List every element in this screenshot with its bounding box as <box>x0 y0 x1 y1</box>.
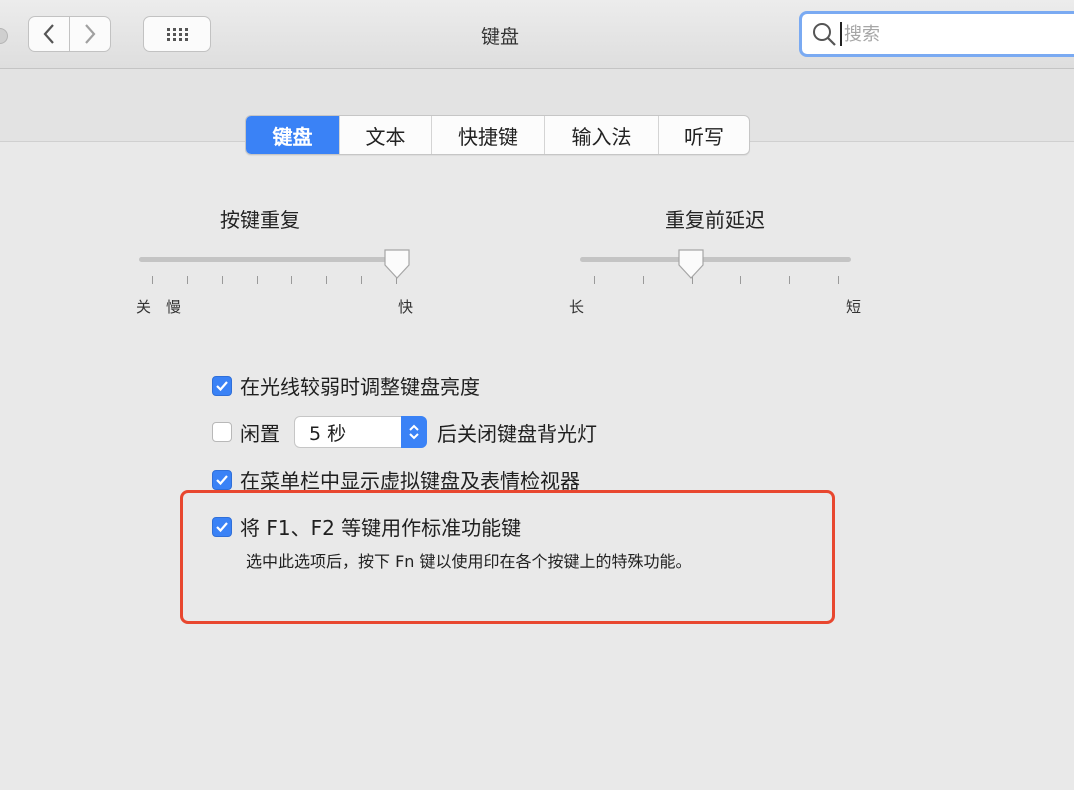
key-repeat-track[interactable] <box>139 257 400 262</box>
search-input[interactable] <box>842 23 1044 45</box>
slider-tick <box>789 276 791 284</box>
slider-tick <box>594 276 595 284</box>
tab-bar: 键盘 文本 快捷键 输入法 听写 <box>245 115 750 155</box>
show-viewer-checkbox[interactable] <box>212 469 232 490</box>
tab-keyboard[interactable]: 键盘 <box>246 116 339 154</box>
search-icon <box>813 23 836 46</box>
updown-arrows-icon <box>401 416 427 448</box>
slider-tick <box>186 276 188 284</box>
slider-tick <box>256 276 258 284</box>
slider-tick <box>740 276 742 284</box>
repeat-delay-label-short: 短 <box>846 298 862 316</box>
repeat-delay-label-long: 长 <box>569 298 585 316</box>
repeat-delay-title: 重复前延迟 <box>665 208 765 232</box>
checkmark-icon <box>216 380 228 391</box>
tab-shortcuts[interactable]: 快捷键 <box>431 116 544 154</box>
idle-duration-select[interactable]: 5 秒 <box>294 416 427 448</box>
idle-backlight-suffix: 后关闭键盘背光灯 <box>437 421 597 446</box>
idle-backlight-checkbox[interactable] <box>212 422 232 442</box>
key-repeat-thumb[interactable] <box>382 248 412 280</box>
slider-tick <box>221 276 223 284</box>
tab-dictation[interactable]: 听写 <box>658 116 749 154</box>
auto-brightness-checkbox[interactable] <box>212 375 232 396</box>
repeat-delay-thumb[interactable] <box>676 248 706 280</box>
slider-tick <box>361 276 363 284</box>
idle-backlight-prefix: 闲置 <box>240 421 280 446</box>
window-toolbar: 键盘 <box>0 0 1074 69</box>
slider-tick <box>291 276 293 284</box>
checkmark-icon <box>216 474 228 485</box>
slider-tick <box>642 276 644 284</box>
tab-text[interactable]: 文本 <box>339 116 431 154</box>
key-repeat-title: 按键重复 <box>220 208 300 232</box>
search-field[interactable] <box>799 11 1074 57</box>
key-repeat-label-slow: 慢 <box>166 298 182 316</box>
key-repeat-label-off: 关 <box>136 298 152 316</box>
option-auto-brightness[interactable]: 在光线较弱时调整键盘亮度 <box>212 371 480 400</box>
auto-brightness-label: 在光线较弱时调整键盘亮度 <box>240 375 480 399</box>
tab-input-sources[interactable]: 输入法 <box>544 116 658 154</box>
option-idle-backlight[interactable]: 闲置 5 秒 后关闭键盘背光灯 <box>212 416 597 448</box>
slider-tick <box>152 276 153 284</box>
slider-tick <box>326 276 328 284</box>
key-repeat-label-fast: 快 <box>398 298 414 316</box>
repeat-delay-track[interactable] <box>580 257 851 262</box>
slider-tick <box>838 276 839 284</box>
highlight-box <box>180 490 835 624</box>
idle-duration-value: 5 秒 <box>309 422 347 445</box>
